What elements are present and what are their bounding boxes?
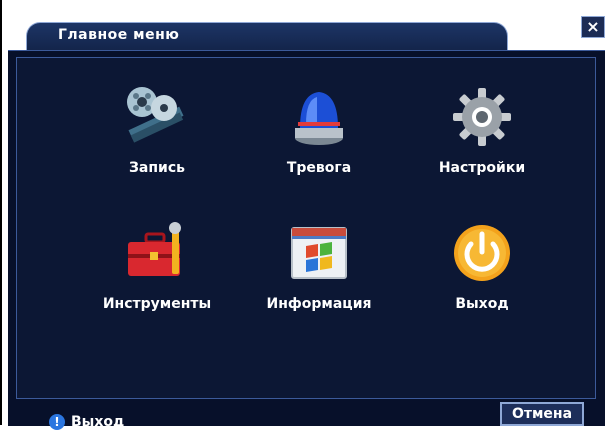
window-title: Главное меню (58, 27, 180, 43)
menu-item-exit[interactable]: Выход (412, 216, 552, 312)
info-window-icon (282, 216, 356, 290)
menu-item-settings[interactable]: Настройки (412, 80, 552, 176)
toolbox-icon (120, 216, 194, 290)
alarm-siren-icon (282, 80, 356, 154)
status-text: Выход (71, 414, 125, 430)
main-menu-window: Главное меню × Запись Тревога Настройки … (8, 12, 605, 430)
gear-icon (445, 80, 519, 154)
film-reel-icon (120, 80, 194, 154)
power-icon (445, 216, 519, 290)
menu-item-label: Запись (128, 160, 186, 176)
menu-item-alarm[interactable]: Тревога (249, 80, 389, 176)
window-left-edge (0, 0, 2, 425)
menu-area: Запись Тревога Настройки Инструменты Инф… (16, 57, 596, 430)
cancel-button[interactable]: Отмена (500, 402, 584, 426)
content-panel: Запись Тревога Настройки Инструменты Инф… (8, 50, 605, 430)
menu-item-label: Настройки (438, 160, 526, 176)
menu-item-tools[interactable]: Инструменты (87, 216, 227, 312)
info-icon: ! (49, 414, 65, 430)
menu-item-label: Тревога (286, 160, 352, 176)
title-bar: Главное меню × (8, 12, 605, 51)
menu-item-record[interactable]: Запись (87, 80, 227, 176)
menu-item-label: Информация (266, 296, 372, 312)
status-bar: ! Выход (49, 414, 124, 430)
menu-item-label: Выход (455, 296, 509, 312)
menu-item-info[interactable]: Информация (249, 216, 389, 312)
close-button[interactable]: × (581, 16, 605, 38)
menu-item-label: Инструменты (102, 296, 212, 312)
